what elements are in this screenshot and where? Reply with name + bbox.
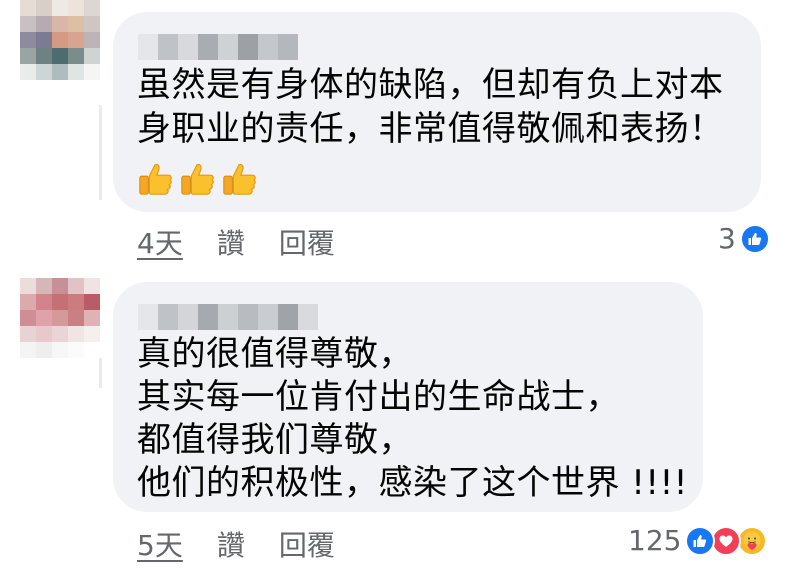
- reply-button[interactable]: 回覆: [279, 222, 335, 262]
- avatar[interactable]: [20, 278, 100, 358]
- comment-text-line: 他们的积极性，感染了这个世界 !!!!: [137, 463, 688, 503]
- thumbs-up-emoji-icon: [181, 163, 214, 195]
- like-reaction-icon: [739, 223, 770, 254]
- reaction-count: 125: [628, 524, 682, 557]
- avatar[interactable]: [20, 0, 100, 80]
- comment-timestamp-link[interactable]: 5天: [137, 524, 183, 564]
- commenter-name[interactable]: [138, 34, 298, 60]
- comment-text-line: 其实每一位肯付出的生命战士，: [137, 377, 620, 417]
- comment-actions: 4天 讚 回覆: [137, 222, 335, 262]
- thumbs-up-emoji-icon: [139, 163, 172, 195]
- thread-line: [99, 105, 102, 200]
- comment-actions: 5天 讚 回覆: [137, 524, 335, 564]
- reaction-summary[interactable]: 125: [628, 524, 768, 557]
- like-reaction-icon: [685, 525, 716, 556]
- comment-bubble: 真的很值得尊敬， 其实每一位肯付出的生命战士， 都值得我们尊敬， 他们的积极性，…: [113, 282, 703, 512]
- care-reaction-icon: [737, 525, 768, 556]
- comment-timestamp-link[interactable]: 4天: [137, 222, 183, 262]
- thumbs-up-emoji-icon: [223, 163, 256, 195]
- comment-text-line: 虽然是有身体的缺陷，但却有负上对本: [137, 65, 724, 105]
- reaction-count: 3: [718, 222, 736, 255]
- comment-text-line: 真的很值得尊敬，: [137, 334, 413, 374]
- emoji-row: [136, 160, 258, 198]
- comment-bubble: 虽然是有身体的缺陷，但却有负上对本 身职业的责任，非常值得敬佩和表扬！: [113, 12, 761, 212]
- thread-line: [99, 358, 102, 388]
- reply-button[interactable]: 回覆: [279, 524, 335, 564]
- reaction-summary[interactable]: 3: [718, 222, 770, 255]
- like-button[interactable]: 讚: [217, 524, 245, 564]
- like-button[interactable]: 讚: [217, 222, 245, 262]
- love-reaction-icon: [711, 525, 742, 556]
- comment-text-line: 都值得我们尊敬，: [137, 420, 413, 460]
- comment-text-line: 身职业的责任，非常值得敬佩和表扬！: [137, 109, 724, 149]
- commenter-name[interactable]: [138, 304, 318, 330]
